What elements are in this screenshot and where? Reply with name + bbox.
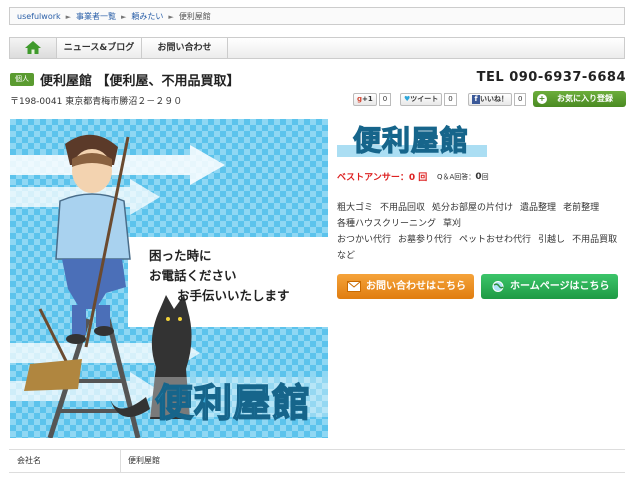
breadcrumb-home-link[interactable]: usefulwork xyxy=(17,12,61,21)
address: 〒198-0041 東京都青梅市勝沼２－２９０ xyxy=(10,97,183,107)
category-tag: 各種ハウスクリーニング xyxy=(337,219,437,229)
breadcrumb-separator: ► xyxy=(121,13,127,21)
main-nav: ニュース&ブログ お問い合わせ xyxy=(9,37,625,59)
hero-message: 困った時に お電話ください お手伝いいたします xyxy=(149,246,290,306)
gplus-count: 0 xyxy=(378,93,392,106)
tweet-button[interactable]: ♥ツイート xyxy=(400,93,443,106)
category-tag: 遺品整理 xyxy=(520,203,557,213)
category-tag: ペットおせわ代行 xyxy=(459,235,532,245)
breadcrumb-business-list-link[interactable]: 事業者一覧 xyxy=(76,12,116,21)
breadcrumb-separator: ► xyxy=(168,13,174,21)
hero-message-line-2: お電話ください xyxy=(149,268,237,283)
best-answer-label: ベストアンサー： xyxy=(337,173,409,183)
info-table-row: 会社名 便利屋館 xyxy=(9,449,625,473)
business-logo: 便利屋館 xyxy=(337,119,487,161)
contact-button[interactable]: お問い合わせはこちら xyxy=(337,274,474,299)
hero-logo-text: 便利屋館 xyxy=(154,380,312,426)
like-button[interactable]: f いいね！ xyxy=(468,93,512,106)
breadcrumb-current: 便利屋館 xyxy=(178,12,211,21)
hero-image: 困った時に お電話ください お手伝いいたします 便利屋館 xyxy=(10,119,328,438)
phone-number: TEL 090-6937-6684 xyxy=(476,70,626,85)
category-tag: 草刈 xyxy=(443,219,462,229)
qa-label: Q＆A回答： xyxy=(437,173,476,181)
hero-message-line-3: お手伝いいたします xyxy=(177,288,290,303)
hero-message-line-1: 困った時に xyxy=(149,248,212,263)
envelope-icon xyxy=(347,281,361,292)
category-tag: 老前整理 xyxy=(563,203,600,213)
category-tag: 処分お部屋の片付け xyxy=(432,203,514,213)
house-icon xyxy=(25,41,41,54)
category-tag: 粗大ゴミ xyxy=(337,203,374,213)
category-tag: お墓参り代行 xyxy=(398,235,453,245)
table-divider xyxy=(120,450,121,472)
plus-circle-icon: + xyxy=(537,94,547,104)
service-categories: 粗大ゴミ 不用品回収 処分お部屋の片付け 遺品整理 老前整理 各種ハウスクリーニング 草刈… xyxy=(337,200,627,264)
nav-home-button[interactable] xyxy=(10,38,57,58)
tweet-count: 0 xyxy=(444,93,457,106)
nav-contact[interactable]: お問い合わせ xyxy=(142,38,228,58)
category-tag: 不用品買取 xyxy=(572,235,618,245)
homepage-button[interactable]: ホームページはこちら xyxy=(481,274,618,299)
breadcrumb-separator: ► xyxy=(65,13,72,21)
breadcrumb: usefulwork ► 事業者一覧 ► 頼みたい ► 便利屋館 xyxy=(9,7,625,25)
add-favorite-button[interactable]: + お気に入り登録 xyxy=(533,91,626,107)
company-name-value: 便利屋館 xyxy=(128,456,160,465)
gplus-button[interactable]: g+1 xyxy=(353,93,377,106)
page-title: 便利屋館 【便利屋、不用品買取】 xyxy=(40,74,240,89)
facebook-icon: f xyxy=(472,95,480,104)
globe-icon xyxy=(492,281,504,292)
best-answer: ベストアンサー：0 回 xyxy=(337,170,427,183)
category-tag: 不用品回収 xyxy=(380,203,426,213)
qa-unit: 回 xyxy=(481,173,489,181)
category-tag: など xyxy=(337,251,356,261)
like-widget: f いいね！ 0 xyxy=(468,93,527,106)
breadcrumb-request-link[interactable]: 頼みたい xyxy=(131,12,163,21)
nav-news-blog[interactable]: ニュース&ブログ xyxy=(57,38,142,58)
tweet-widget: ♥ツイート 0 xyxy=(400,93,457,106)
best-answer-count: 0 回 xyxy=(408,173,428,183)
company-name-label: 会社名 xyxy=(17,456,41,465)
logo-text: 便利屋館 xyxy=(352,123,470,157)
gplus-widget: g+1 0 xyxy=(353,93,392,106)
category-tag: 引越し xyxy=(538,235,566,245)
like-count: 0 xyxy=(514,93,527,106)
individual-badge: 個人 xyxy=(10,73,34,86)
qa-answers: Q＆A回答：0回 xyxy=(437,172,489,182)
category-tag: おつかい代行 xyxy=(337,235,392,245)
